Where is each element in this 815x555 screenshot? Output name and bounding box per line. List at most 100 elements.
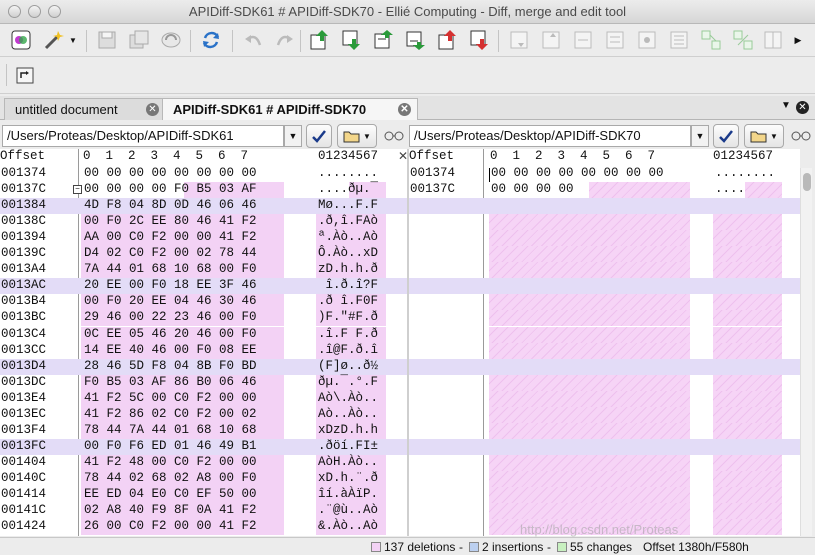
left-glasses-icon[interactable] [382, 124, 406, 148]
hex-bytes: 00 00 00 00 F0 B5 03 AF [84, 182, 257, 197]
more-tools-icon[interactable]: ▶ [790, 28, 806, 52]
offset-cell: 00140C [1, 470, 47, 485]
ascii-text: ........ [715, 166, 776, 180]
missing-bytes-placeholder [489, 310, 690, 327]
missing-bytes-placeholder [489, 246, 690, 263]
offset-cell: 001374 [1, 166, 47, 180]
right-path-input[interactable]: /Users/Proteas/Desktop/APIDiff-SDK70 [409, 125, 691, 147]
offset-cell: 001424 [1, 519, 47, 534]
options-icon[interactable] [634, 28, 660, 52]
close-tab-icon[interactable]: ✕ [398, 103, 411, 116]
layout-icon[interactable] [760, 28, 786, 52]
next-diff-icon[interactable] [338, 28, 364, 52]
compare-icon[interactable] [8, 28, 34, 52]
offset-cell: 00139C [1, 246, 47, 261]
hex-bytes: 26 00 C0 F2 00 00 41 F2 [84, 519, 257, 534]
first-diff-icon[interactable] [306, 28, 332, 52]
text-cursor [489, 168, 490, 182]
merge-right-icon[interactable] [602, 28, 628, 52]
open-folder-icon[interactable] [12, 63, 38, 87]
ascii-text: ....ðµ.¯ [318, 182, 379, 197]
missing-bytes-placeholder [489, 390, 690, 407]
hex-bytes: 20 EE 00 F0 18 EE 3F 46 [84, 278, 257, 293]
missing-bytes-placeholder [589, 182, 690, 199]
missing-ascii-placeholder [713, 246, 782, 263]
hex-bytes: 41 F2 48 00 C0 F2 00 00 [84, 454, 257, 469]
offset-cell: 0013CC [1, 342, 47, 357]
insertions-legend-swatch [469, 542, 479, 552]
ascii-header: 01234567 [318, 149, 379, 163]
missing-bytes-placeholder [489, 294, 690, 311]
missing-bytes-placeholder [489, 358, 690, 375]
right-accept-button[interactable] [713, 124, 739, 148]
reload-icon[interactable] [158, 28, 184, 52]
ascii-text: ........ [318, 166, 379, 180]
ascii-text: Mø...F.F [318, 198, 379, 213]
ascii-text: .¨@ù..Aò [318, 503, 379, 518]
left-hex-pane[interactable]: Offset 0 1 2 3 4 5 6 7 01234567 − 001374… [0, 149, 407, 536]
split-horizontal-icon[interactable] [730, 28, 756, 52]
right-hex-pane[interactable]: Offset 0 1 2 3 4 5 6 7 01234567 001374 00… [409, 149, 800, 536]
collapse-icon[interactable]: − [73, 185, 82, 194]
next-conflict-icon[interactable] [466, 28, 492, 52]
missing-ascii-placeholder [713, 390, 782, 407]
ascii-text: xD.h.¨.ð [318, 470, 379, 485]
offset-cell: 00138C [1, 214, 47, 229]
left-path-dropdown[interactable]: ▼ [284, 125, 302, 147]
copy-left-icon[interactable] [506, 28, 532, 52]
insertions-count: 2 insertions [482, 540, 544, 554]
hex-bytes: AA 00 C0 F2 00 00 41 F2 [84, 230, 257, 245]
hex-bytes: 78 44 7A 44 01 68 10 68 [84, 422, 257, 437]
deletions-legend-swatch [371, 542, 381, 552]
offset-cell: 00137C [410, 182, 456, 197]
prev-conflict-icon[interactable] [434, 28, 460, 52]
left-path-input[interactable]: /Users/Proteas/Desktop/APIDiff-SDK61 [2, 125, 284, 147]
tab-untitled-document[interactable]: untitled document ✕ [4, 98, 166, 120]
right-glasses-icon[interactable] [789, 124, 813, 148]
watermark: http://blog.csdn.net/Proteas [520, 522, 679, 537]
changes-legend-swatch [557, 542, 567, 552]
missing-ascii-placeholder [713, 278, 782, 295]
close-document-icon[interactable]: ✕ [796, 101, 809, 114]
hex-bytes: 02 A8 40 F9 8F 0A 41 F2 [84, 503, 257, 518]
copy-right-icon[interactable] [538, 28, 564, 52]
merge-left-icon[interactable] [570, 28, 596, 52]
offset-cell: 0013A4 [1, 262, 47, 277]
save-all-icon[interactable] [126, 28, 152, 52]
open-folder-icon [343, 131, 360, 143]
missing-ascii-placeholder [713, 406, 782, 423]
missing-bytes-placeholder [489, 406, 690, 423]
missing-ascii-placeholder [713, 438, 782, 455]
split-icon[interactable] [698, 28, 724, 52]
save-icon[interactable] [94, 28, 120, 52]
right-path-dropdown[interactable]: ▼ [691, 125, 709, 147]
left-accept-button[interactable] [306, 124, 332, 148]
missing-ascii-placeholder [713, 422, 782, 439]
column-header: 0 1 2 3 4 5 6 7 [490, 149, 656, 163]
ascii-text: ðµ.¯.°.F [318, 374, 379, 389]
magic-wand-icon[interactable] [40, 28, 66, 52]
offset-cell: 0013E4 [1, 390, 47, 405]
refresh-icon[interactable] [198, 28, 224, 52]
hex-bytes: 4D F8 04 8D 0D 46 06 46 [84, 198, 257, 213]
vertical-scrollbar[interactable] [800, 168, 812, 536]
right-open-button[interactable]: ▼ [744, 124, 784, 148]
tab-label: APIDiff-SDK61 # APIDiff-SDK70 [173, 102, 367, 117]
tab-apidiff[interactable]: APIDiff-SDK61 # APIDiff-SDK70 ✕ [162, 98, 418, 120]
last-diff-icon[interactable] [402, 28, 428, 52]
scrollbar-thumb[interactable] [803, 173, 811, 191]
redo-icon[interactable] [272, 28, 298, 52]
undo-icon[interactable] [240, 28, 266, 52]
prev-diff-icon[interactable] [370, 28, 396, 52]
hex-bytes: 28 46 5D F8 04 8B F0 BD [84, 358, 257, 373]
window-title: APIDiff-SDK61 # APIDiff-SDK70 - Ellié Co… [188, 4, 627, 19]
left-open-button[interactable]: ▼ [337, 124, 377, 148]
dropdown-arrow-icon[interactable]: ▼ [66, 28, 80, 52]
offset-cell: 001414 [1, 487, 47, 501]
ascii-text: ª.Àò..Aò [318, 230, 379, 245]
swap-icon[interactable] [666, 28, 692, 52]
close-tab-icon[interactable]: ✕ [146, 103, 159, 116]
tab-list-dropdown-icon[interactable]: ▼ [781, 100, 791, 111]
ascii-text: (F]ø..ð½ [318, 358, 379, 373]
missing-ascii-placeholder [713, 358, 782, 375]
